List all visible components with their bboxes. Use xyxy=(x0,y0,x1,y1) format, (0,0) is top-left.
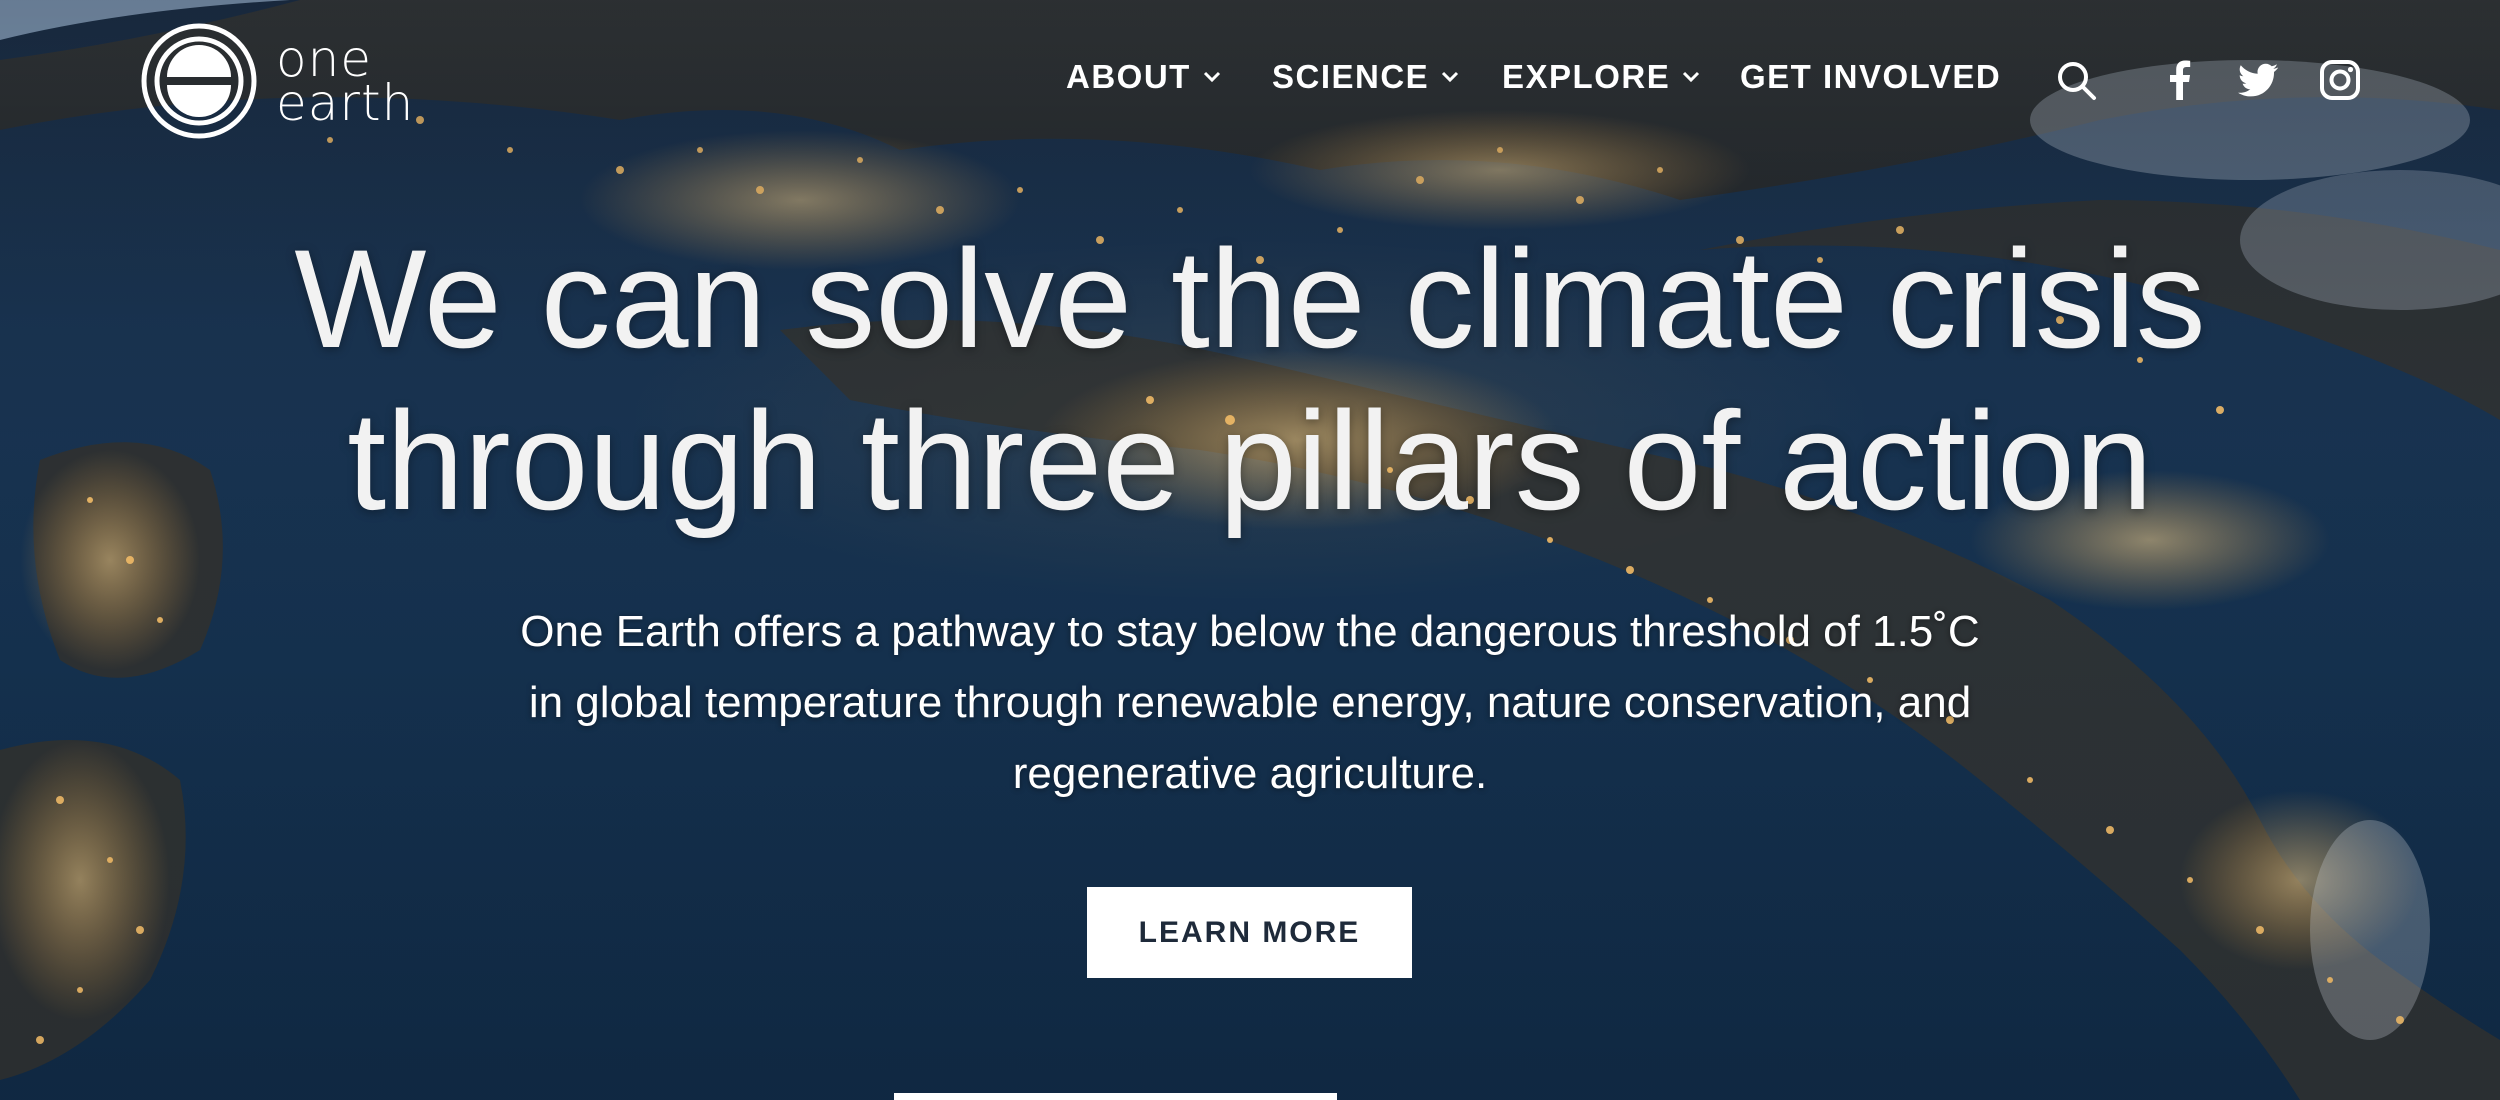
hero-section: one earth ABOUT SCIENCE EXPLORE GET INVO… xyxy=(0,0,2500,1100)
hero-headline: We can solve the climate crisis through … xyxy=(250,218,2250,542)
hero-description-line-3: regenerative agriculture. xyxy=(1012,749,1488,798)
facebook-icon[interactable] xyxy=(2158,58,2202,102)
hero-description-line-1: One Earth offers a pathway to stay below… xyxy=(520,607,1980,656)
nav-explore-label: EXPLORE xyxy=(1502,58,1671,95)
nav-get-involved[interactable]: GET INVOLVED xyxy=(1740,58,2001,96)
nav-explore[interactable]: EXPLORE xyxy=(1502,58,1702,96)
instagram-icon[interactable] xyxy=(2318,58,2362,102)
hero-headline-line-1: We can solve the climate crisis xyxy=(294,220,2206,377)
learn-more-button[interactable]: LEARN MORE xyxy=(1087,887,1412,978)
main-nav: ABOUT SCIENCE EXPLORE GET INVOLVED xyxy=(0,58,2500,104)
hero-description: One Earth offers a pathway to stay below… xyxy=(450,596,2050,809)
hero-description-line-2: in global temperature through renewable … xyxy=(528,678,1972,727)
nav-science[interactable]: SCIENCE xyxy=(1272,58,1461,96)
search-icon[interactable] xyxy=(2054,58,2098,102)
twitter-icon[interactable] xyxy=(2236,58,2280,102)
nav-about-label: ABOUT xyxy=(1066,58,1191,95)
chevron-down-icon xyxy=(1683,71,1700,83)
chevron-down-icon xyxy=(1203,71,1220,83)
hero-headline-line-2: through three pillars of action xyxy=(347,382,2153,539)
nav-get-involved-label: GET INVOLVED xyxy=(1740,58,2002,95)
nav-science-label: SCIENCE xyxy=(1272,58,1430,95)
nav-about[interactable]: ABOUT xyxy=(1066,58,1223,96)
bottom-tab-indicator xyxy=(894,1093,1337,1100)
chevron-down-icon xyxy=(1442,71,1459,83)
